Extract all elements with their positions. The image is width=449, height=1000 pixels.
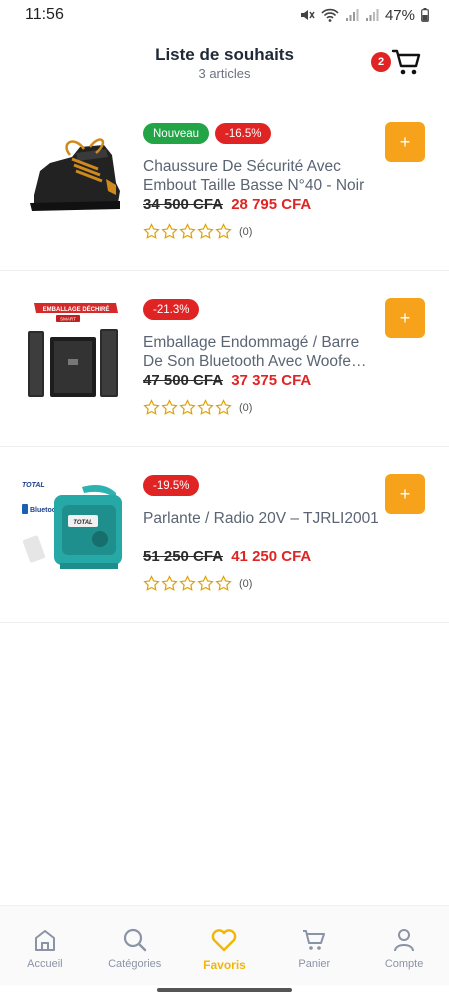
star-icon (215, 223, 232, 239)
product-image-jobsite-radio[interactable]: TOTAL Bluetooth TOTAL (20, 477, 128, 577)
wishlist-screen: 11:56 47% Liste de souhaits 3 articles 2 (0, 0, 449, 1000)
nav-item-account[interactable]: Compte (359, 906, 449, 985)
star-icon (215, 399, 232, 415)
product-image-speaker-set[interactable]: EMBALLAGE DÉCHIRÉ SMART (20, 301, 128, 401)
rating-count: (0) (239, 577, 253, 590)
nav-label: Favoris (203, 958, 246, 972)
boot-image (30, 138, 120, 211)
wishlist-item[interactable]: TOTAL Bluetooth TOTAL -19.5% Parlante / … (0, 447, 449, 623)
status-time: 11:56 (25, 6, 64, 23)
status-bar: 11:56 47% (0, 0, 449, 30)
new-badge: Nouveau (143, 123, 210, 144)
wishlist-item[interactable]: Nouveau -16.5% Chaussure De Sécurité Ave… (0, 95, 449, 271)
product-title[interactable]: Emballage Endommagé / Barre De Son Bluet… (143, 333, 383, 371)
badges: Nouveau -16.5% (143, 123, 272, 144)
discount-badge: -21.3% (143, 299, 200, 320)
product-title[interactable]: Chaussure De Sécurité Avec Embout Taille… (143, 157, 383, 195)
status-icons: 47% (299, 6, 429, 24)
product-title[interactable]: Parlante / Radio 20V – TJRLI2001 (143, 509, 383, 547)
cart-count-badge: 2 (371, 52, 391, 72)
rating: (0) (143, 223, 252, 240)
heart-icon (212, 929, 237, 952)
cart-icon (391, 49, 421, 75)
signal-icon-2 (365, 9, 379, 21)
price-row: 51 250 CFA 41 250 CFA (143, 548, 311, 565)
new-price: 37 375 CFA (231, 372, 312, 389)
banner-text: EMBALLAGE DÉCHIRÉ (43, 305, 110, 313)
badges: -19.5% (143, 475, 200, 496)
old-price: 34 500 CFA (143, 196, 224, 213)
star-icon (143, 575, 160, 591)
user-icon (394, 929, 415, 952)
brand-text: SMART (60, 317, 76, 322)
nav-label: Compte (384, 958, 424, 970)
search-icon (123, 928, 146, 952)
wishlist-item[interactable]: EMBALLAGE DÉCHIRÉ SMART -21.3% Emballage… (0, 271, 449, 447)
star-icon (197, 399, 214, 415)
nav-label: Catégories (108, 958, 162, 970)
star-icon (143, 399, 160, 415)
old-price: 51 250 CFA (143, 548, 224, 565)
star-icon (161, 399, 178, 415)
star-icon (197, 223, 214, 239)
nav-item-categories[interactable]: Catégories (90, 906, 180, 985)
new-price: 28 795 CFA (231, 196, 312, 213)
discount-badge: -16.5% (215, 123, 272, 144)
nav-label: Accueil (27, 958, 63, 970)
add-to-cart-button[interactable]: + (385, 122, 425, 162)
battery-percent: 47% (384, 6, 415, 24)
star-icon (143, 223, 160, 239)
add-to-cart-button[interactable]: + (385, 474, 425, 514)
price-row: 34 500 CFA 28 795 CFA (143, 196, 311, 213)
star-icon (179, 399, 196, 415)
new-price: 41 250 CFA (231, 548, 312, 565)
add-to-cart-button[interactable]: + (385, 298, 425, 338)
mute-icon (300, 10, 315, 20)
rating-count: (0) (239, 401, 253, 414)
battery-icon (421, 8, 429, 22)
star-icon (161, 223, 178, 239)
star-icon (179, 575, 196, 591)
device-brand-text: TOTAL (73, 520, 93, 526)
nav-item-favorites[interactable]: Favoris (180, 906, 270, 985)
home-icon (34, 930, 55, 951)
nav-item-home[interactable]: Accueil (0, 906, 90, 985)
badges: -21.3% (143, 299, 200, 320)
home-indicator[interactable] (157, 988, 292, 992)
star-icon (215, 575, 232, 591)
radio-image: TOTAL Bluetooth TOTAL (22, 482, 122, 569)
price-row: 47 500 CFA 37 375 CFA (143, 372, 311, 389)
rating-count: (0) (239, 225, 253, 238)
nav-item-cart[interactable]: Panier (269, 906, 359, 985)
signal-icon (345, 9, 359, 21)
old-price: 47 500 CFA (143, 372, 224, 389)
cart-icon (303, 930, 326, 950)
star-icon (179, 223, 196, 239)
wishlist-list: Nouveau -16.5% Chaussure De Sécurité Ave… (0, 95, 449, 623)
speaker-image: EMBALLAGE DÉCHIRÉ SMART (28, 303, 118, 397)
rating: (0) (143, 575, 252, 592)
bottom-nav: Accueil Catégories Favoris Panier Compte (0, 905, 449, 985)
nav-label: Panier (298, 958, 331, 970)
star-icon (161, 575, 178, 591)
discount-badge: -19.5% (143, 475, 200, 496)
star-icon (197, 575, 214, 591)
product-image-safety-boot[interactable] (20, 125, 128, 225)
brand-logo-text: TOTAL (22, 482, 45, 489)
cart-button[interactable] (391, 46, 423, 78)
wifi-icon (321, 8, 339, 22)
rating: (0) (143, 399, 252, 416)
